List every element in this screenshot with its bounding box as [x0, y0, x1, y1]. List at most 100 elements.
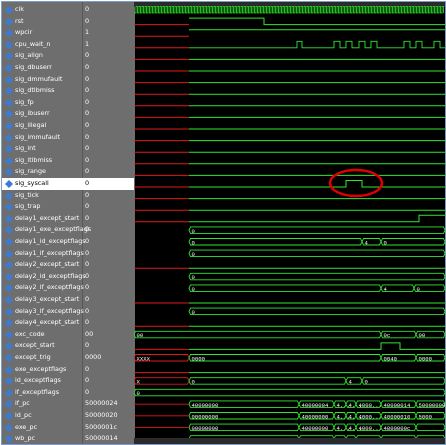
signal-icon [5, 330, 13, 339]
signal-row[interactable]: sig_illegal 0 [2, 120, 134, 132]
clk-trace [134, 6, 444, 14]
signal-icon [5, 203, 13, 212]
signal-value: 0 [85, 63, 90, 71]
signal-icon [5, 354, 13, 362]
signal-row[interactable]: sig_align 0 [2, 50, 134, 62]
signal-row[interactable]: sig_ibuserr 0 [2, 108, 134, 120]
signal-row[interactable]: id_exceptflags 0 [2, 375, 134, 387]
signal-row[interactable]: sig_dtlbmiss 0 [2, 85, 134, 97]
signal-name: id_exceptflags [15, 376, 61, 385]
signal-row[interactable]: except_trig 0000 [2, 352, 134, 364]
signal-name: sig_immufault [15, 132, 61, 141]
signal-row[interactable]: wpcir 1 [2, 27, 134, 39]
signal-icon [5, 272, 13, 281]
signal-row[interactable]: rst 0 [2, 16, 134, 28]
signal-row[interactable]: delay3_if_exceptflags 0 [2, 306, 134, 318]
signal-value: 0 [85, 144, 90, 153]
signal-row[interactable]: delay1_id_exceptflags 0 [2, 236, 134, 248]
signal-icon [5, 319, 13, 328]
signal-trace [189, 17, 445, 26]
signal-value: 0 [85, 109, 90, 118]
signal-row[interactable]: cpu_wait_n 1 [2, 39, 134, 51]
signal-row[interactable]: delay1_if_exceptflags 0 [2, 248, 134, 260]
bus-value-label: 00000000 [192, 413, 219, 420]
signal-row[interactable]: id_pc 50000020 [2, 410, 134, 422]
signal-name: except_start [15, 341, 55, 350]
signal-row[interactable]: delay2_id_exceptflags 0 [2, 271, 134, 283]
signal-name: sig_illegal [15, 121, 47, 129]
signal-name: delay2_id_exceptflags [15, 271, 86, 280]
signal-icon [5, 64, 13, 72]
signal-row[interactable]: exe_pc 5000001c [2, 422, 134, 434]
signal-row[interactable]: delay4_except_start 0 [2, 317, 134, 329]
signal-row[interactable]: sig_dmmufault 0 [2, 74, 134, 86]
signal-name: wb_pc [15, 434, 36, 443]
bus-value-label: 0040 [384, 355, 398, 362]
signal-value: 0 [85, 387, 90, 396]
signal-icon [5, 98, 13, 107]
signal-icon [5, 156, 13, 165]
signal-value: 0 [85, 248, 90, 257]
cpu-wait-trace [189, 40, 445, 49]
signal-row[interactable]: sig_tick 0 [2, 190, 134, 202]
signal-row[interactable]: wb_pc 50000014 [2, 433, 134, 444]
signal-trace [189, 214, 445, 223]
signal-name: sig_align [15, 51, 43, 60]
signal-value: 0 [85, 179, 90, 187]
signal-value: 0 [85, 213, 90, 222]
signal-row[interactable]: delay2_except_start 0 [2, 259, 134, 271]
bus-segment [134, 388, 445, 397]
signal-name: exe_pc [15, 422, 38, 431]
signal-row[interactable]: sig_int 0 [2, 143, 134, 155]
signal-row[interactable]: delay3_except_start 0 [2, 294, 134, 306]
signal-name: sig_itlbmiss [15, 155, 53, 164]
waveform-viewer: clk 0 rst 0 wpcir 1 cpu_wait_n 1 sig_align 0 sig_d… [1, 1, 446, 445]
signal-row[interactable]: exc_code 00 [2, 329, 134, 341]
signal-row[interactable]: sig_range 0 [2, 166, 134, 178]
signal-row[interactable]: sig_itlbmiss 0 [2, 155, 134, 167]
signal-value: 0 [85, 132, 90, 141]
bus-segment [188, 272, 445, 281]
bus-value-label: 00000000 [192, 425, 219, 432]
signal-icon [5, 87, 13, 96]
signal-name: delay2_if_exceptflags [15, 283, 84, 292]
signal-row[interactable]: if_pc 50000024 [2, 398, 134, 410]
signal-name: rst [15, 16, 24, 25]
bus-segment [188, 307, 445, 316]
signal-value: 0 [85, 202, 90, 211]
waveform-pane[interactable]: 00 4 0000 4 0000 0c 00XXXX 0000 0040 0000X 0 4 00400… [134, 2, 445, 444]
signal-icon [5, 435, 13, 444]
signal-row[interactable]: delay1_exe_exceptflags 0 [2, 224, 134, 236]
signal-row[interactable]: if_exceptflags 0 [2, 387, 134, 399]
bus-value-label: 4000... [359, 402, 383, 409]
bus-segment [188, 238, 363, 246]
signal-row[interactable]: exe_exceptflags 0 [2, 364, 134, 376]
signal-value: 5000001c [85, 422, 117, 431]
bus-segment [188, 354, 382, 362]
signal-row[interactable]: delay1_except_start 0 [2, 213, 134, 225]
signal-name: delay1_exe_exceptflags [15, 225, 92, 234]
signal-value: 0 [85, 155, 90, 164]
signal-row[interactable]: sig_fp 0 [2, 97, 134, 109]
bus-value-label: 4000... [359, 413, 383, 420]
signal-row[interactable]: except_start 0 [2, 340, 134, 352]
signal-row[interactable]: clk 0 [2, 4, 134, 16]
signal-name: delay3_except_start [15, 295, 80, 303]
signal-row[interactable]: delay2_if_exceptflags 0 [2, 282, 134, 294]
signal-value: 0 [85, 5, 90, 13]
bus-segment [188, 377, 347, 385]
signal-icon [5, 145, 13, 154]
bus-value-label: 0000 [419, 355, 433, 362]
signal-value: 0 [85, 318, 90, 327]
signal-row[interactable]: sig_immufault 0 [2, 132, 134, 144]
signal-value: 50000024 [85, 399, 118, 408]
signal-name: wpcir [15, 28, 33, 37]
signal-row[interactable]: sig_syscall 0 [2, 178, 134, 190]
signal-icon [5, 249, 13, 258]
bus-value-label: 40000000 [302, 425, 329, 432]
bus-segment [361, 377, 445, 385]
signal-icon [5, 238, 13, 246]
signal-row[interactable]: sig_trap 0 [2, 201, 134, 213]
signal-value: 0 [85, 271, 90, 280]
signal-row[interactable]: sig_dbuserr 0 [2, 62, 134, 74]
